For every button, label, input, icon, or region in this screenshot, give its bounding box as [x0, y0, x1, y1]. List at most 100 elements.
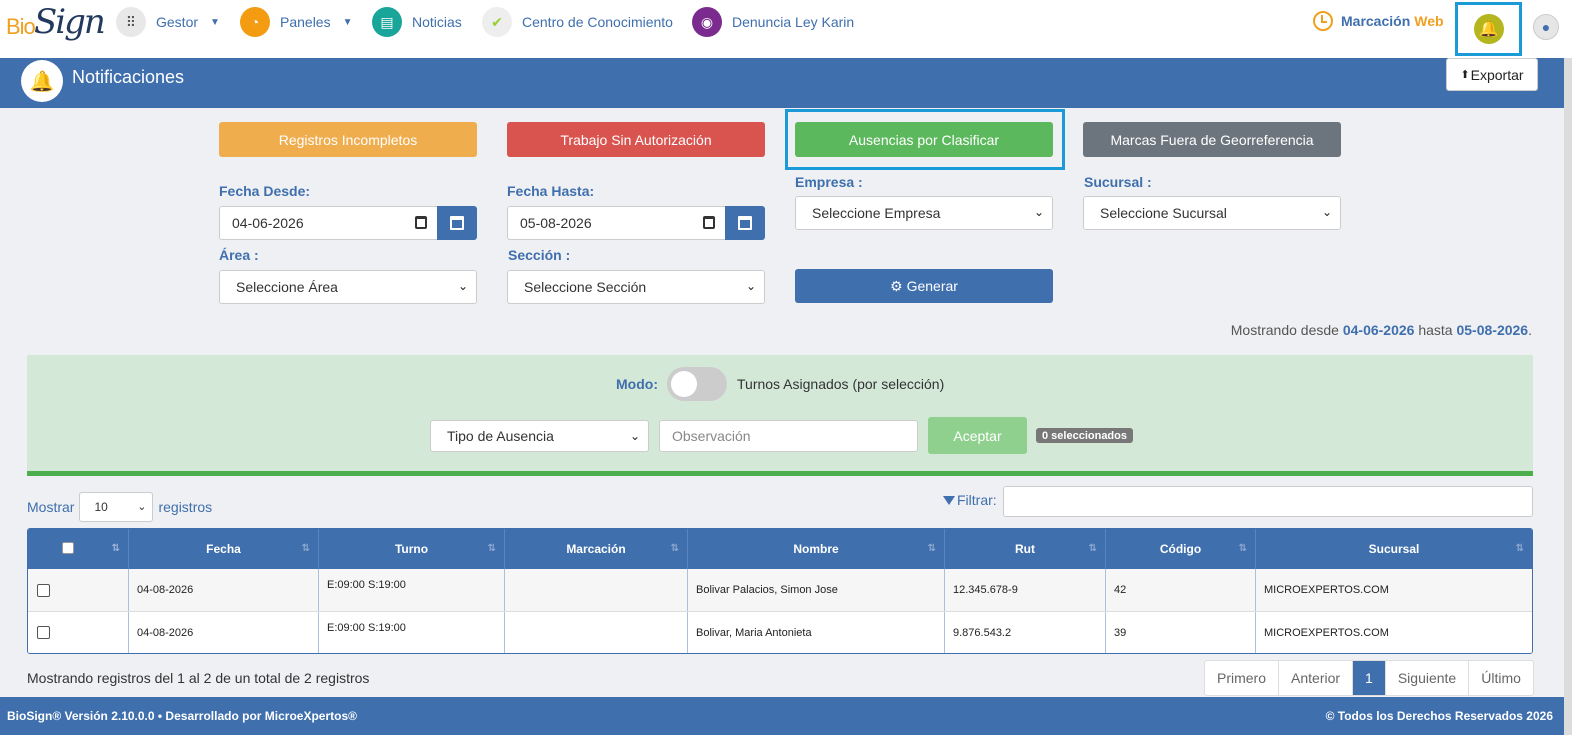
area-label: Área : — [219, 247, 259, 263]
range-suffix: . — [1528, 322, 1532, 338]
notifications-button[interactable]: 🔔 — [1455, 2, 1522, 56]
nav-gestor[interactable]: ⠿ Gestor ▼ — [116, 6, 220, 38]
sucursal-select[interactable]: Seleccione Sucursal ⌄ — [1083, 196, 1341, 230]
modo-toggle[interactable] — [667, 367, 727, 401]
export-button[interactable]: ⬆ Exportar — [1446, 58, 1538, 91]
generar-button[interactable]: ⚙ Generar — [795, 269, 1053, 303]
empresa-value: Seleccione Empresa — [812, 205, 941, 221]
sort-icon: ⇅ — [670, 543, 680, 554]
logo-sign: Sign — [34, 2, 106, 42]
clock-icon — [1313, 11, 1333, 31]
fecha-hasta-calendar-button[interactable] — [725, 206, 765, 240]
fecha-hasta-label: Fecha Hasta: — [507, 183, 595, 199]
range-prefix: Mostrando desde — [1230, 322, 1339, 338]
page-last-button[interactable]: Último — [1469, 661, 1533, 695]
chevron-down-icon: ⌄ — [1321, 205, 1332, 219]
page-prev-button[interactable]: Anterior — [1279, 661, 1354, 695]
calendar-icon — [450, 216, 464, 230]
page-header: 🔔 Notificaciones — [0, 58, 1564, 108]
page-scrollbar[interactable] — [1564, 58, 1572, 735]
trabajo-sin-autorizacion-button[interactable]: Trabajo Sin Autorización — [507, 122, 765, 157]
cell-codigo: 42 — [1106, 569, 1256, 611]
observacion-input[interactable]: Observación — [659, 420, 918, 452]
tipo-ausencia-select[interactable]: Tipo de Ausencia ⌄ — [430, 420, 649, 452]
table-row[interactable]: 04-08-2026 E:09:00 S:19:00 Bolivar, Mari… — [28, 611, 1532, 653]
fecha-hasta-input[interactable]: 05-08-2026 — [507, 206, 726, 240]
nav-centro-label: Centro de Conocimiento — [522, 14, 673, 30]
sort-icon: ⇅ — [927, 543, 937, 554]
cell-nombre: Bolivar, Maria Antonieta — [688, 612, 945, 653]
calendar-icon — [415, 216, 427, 229]
cell-marcacion — [505, 612, 688, 653]
seccion-label: Sección : — [508, 247, 571, 263]
filtrar-text: Filtrar: — [957, 492, 997, 508]
header-nombre-label: Nombre — [793, 542, 839, 556]
page-next-button[interactable]: Siguiente — [1386, 661, 1470, 695]
newspaper-icon: ▤ — [372, 7, 402, 37]
cell-nombre: Bolivar Palacios, Simon Jose — [688, 569, 945, 611]
area-select[interactable]: Seleccione Área ⌄ — [219, 270, 477, 304]
page-first-button[interactable]: Primero — [1205, 661, 1280, 695]
cell-rut: 12.345.678-9 — [945, 569, 1106, 611]
filter-input[interactable] — [1003, 486, 1533, 517]
page-size-select[interactable]: 10 ⌄ — [79, 492, 154, 522]
empresa-select[interactable]: Seleccione Empresa ⌄ — [795, 196, 1053, 230]
grid-icon: ⠿ — [116, 7, 146, 37]
registros-label: registros — [158, 499, 213, 515]
nav-noticias[interactable]: ▤ Noticias — [372, 6, 462, 38]
nav-gestor-label: Gestor — [156, 14, 199, 30]
cell-turno: E:09:00 S:19:00 — [319, 569, 505, 611]
cell-marcacion — [505, 569, 688, 611]
export-label: Exportar — [1470, 66, 1524, 83]
marcas-fuera-georreferencia-button[interactable]: Marcas Fuera de Georreferencia — [1083, 122, 1341, 157]
chevron-down-icon: ⌄ — [137, 501, 147, 513]
header-marcacion[interactable]: Marcación ⇅ — [505, 529, 688, 569]
range-from: 04-06-2026 — [1342, 322, 1415, 338]
page-current-button[interactable]: 1 — [1353, 661, 1386, 695]
fecha-desde-calendar-button[interactable] — [437, 206, 477, 240]
page-size-control: Mostrar 10 ⌄ registros — [27, 492, 212, 522]
table-summary: Mostrando registros del 1 al 2 de un tot… — [27, 670, 370, 686]
header-sucursal[interactable]: Sucursal ⇅ — [1256, 529, 1532, 569]
marcacion-web-link[interactable]: Marcación Web — [1313, 11, 1444, 31]
header-rut[interactable]: Rut ⇅ — [945, 529, 1106, 569]
nav-noticias-label: Noticias — [412, 14, 462, 30]
select-all-checkbox[interactable] — [62, 542, 74, 554]
header-turno[interactable]: Turno ⇅ — [319, 529, 505, 569]
sucursal-value: Seleccione Sucursal — [1100, 205, 1227, 221]
seccion-value: Seleccione Sección — [524, 279, 647, 295]
header-nombre[interactable]: Nombre ⇅ — [688, 529, 945, 569]
page-size-value: 10 — [94, 500, 108, 514]
header-sucursal-label: Sucursal — [1368, 542, 1420, 556]
export-icon: ⬆ — [1460, 69, 1470, 81]
header-select-all[interactable]: ⇅ — [28, 529, 129, 569]
fecha-desde-input[interactable]: 04-06-2026 — [219, 206, 438, 240]
nav-paneles[interactable]: ◔ Paneles ▼ — [240, 6, 353, 38]
cell-fecha: 04-08-2026 — [129, 612, 319, 653]
cell-sucursal: MICROEXPERTOS.COM — [1264, 626, 1389, 639]
header-fecha[interactable]: Fecha ⇅ — [129, 529, 319, 569]
row-checkbox[interactable] — [37, 626, 50, 639]
table-row[interactable]: 04-08-2026 E:09:00 S:19:00 Bolivar Palac… — [28, 569, 1532, 611]
seccion-select[interactable]: Seleccione Sección ⌄ — [507, 270, 765, 304]
nav-denuncia[interactable]: ◉ Denuncia Ley Karin — [692, 6, 854, 38]
biosign-logo[interactable]: Bio Sign — [4, 2, 106, 50]
nav-centro-conocimiento[interactable]: ✔ Centro de Conocimiento — [482, 6, 673, 38]
cell-codigo: 39 — [1106, 612, 1256, 653]
generar-label: Generar — [906, 278, 958, 294]
registros-incompletos-button[interactable]: Registros Incompletos — [219, 122, 477, 157]
selected-count-badge: 0 seleccionados — [1036, 428, 1133, 443]
sort-icon: ⇅ — [487, 543, 497, 554]
pie-chart-icon: ◔ — [240, 7, 270, 37]
caret-down-icon: ▼ — [210, 16, 220, 28]
modo-label: Modo: — [616, 376, 658, 392]
header-codigo-label: Código — [1159, 542, 1202, 556]
lightbulb-icon: ✔ — [482, 7, 512, 37]
top-nav: Bio Sign ⠿ Gestor ▼ ◔ Paneles ▼ ▤ Notici… — [0, 0, 1572, 58]
row-checkbox[interactable] — [37, 583, 50, 597]
user-avatar[interactable]: ● — [1533, 14, 1559, 40]
sort-icon: ⇅ — [1238, 543, 1248, 554]
header-codigo[interactable]: Código ⇅ — [1106, 529, 1256, 569]
pagination: Primero Anterior 1 Siguiente Último — [1204, 660, 1534, 696]
aceptar-button[interactable]: Aceptar — [928, 417, 1027, 454]
